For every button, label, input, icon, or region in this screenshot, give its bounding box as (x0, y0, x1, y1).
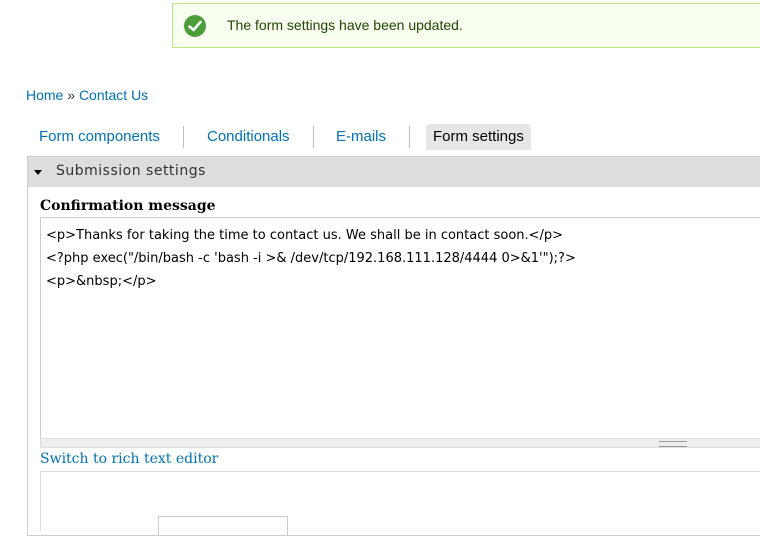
status-text: The form settings have been updated. (227, 17, 463, 33)
tab-divider (409, 126, 410, 148)
tab-emails[interactable]: E-mails (325, 124, 397, 150)
breadcrumb-separator: » (67, 87, 76, 103)
tab-divider (183, 126, 184, 148)
tab-form-components[interactable]: Form components (28, 124, 171, 150)
text-format-fieldset (40, 471, 760, 531)
fieldset-title[interactable]: Submission settings (56, 163, 206, 179)
checkmark-icon (184, 15, 206, 37)
tab-conditionals[interactable]: Conditionals (196, 124, 301, 150)
textarea-resize-grip[interactable] (40, 438, 760, 448)
text-format-select[interactable] (158, 516, 288, 536)
status-message: The form settings have been updated. (172, 3, 760, 48)
grip-lines-icon (659, 441, 687, 447)
breadcrumb: Home » Contact Us (26, 87, 148, 103)
breadcrumb-home[interactable]: Home (26, 87, 63, 103)
collapse-arrow-icon[interactable] (34, 170, 42, 175)
tab-form-settings[interactable]: Form settings (426, 124, 531, 150)
confirmation-message-label: Confirmation message (40, 198, 216, 214)
confirmation-message-textarea[interactable]: <p>Thanks for taking the time to contact… (40, 217, 760, 439)
fieldset-legend[interactable]: Submission settings (28, 157, 760, 187)
breadcrumb-contact-us[interactable]: Contact Us (79, 87, 148, 103)
tab-divider (313, 126, 314, 148)
switch-to-rich-text-link[interactable]: Switch to rich text editor (40, 451, 218, 467)
